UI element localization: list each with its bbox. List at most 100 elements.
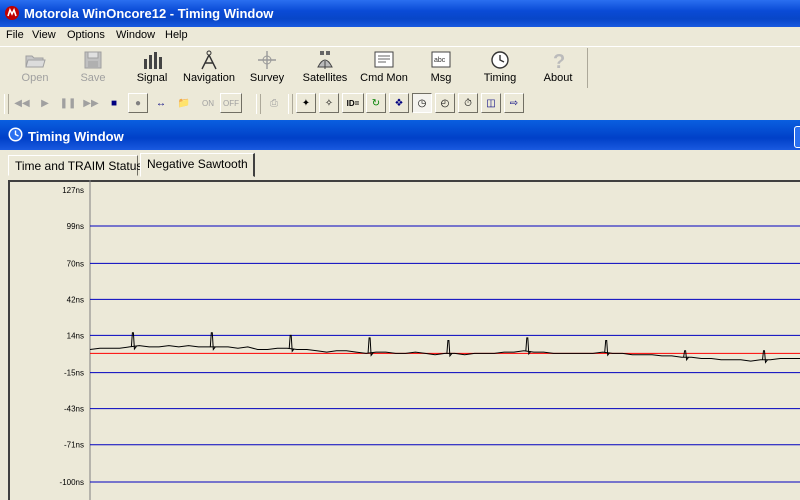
satellites-button[interactable]: Satellites	[302, 49, 348, 87]
msg-icon-text: abc	[434, 57, 446, 64]
y-tick-label: 70ns	[67, 259, 84, 268]
message-icon: abc	[431, 51, 451, 68]
export-icon: ⇨	[509, 97, 519, 109]
satellites-label: Satellites	[302, 72, 348, 84]
toolbar-grip-2[interactable]	[256, 94, 261, 114]
clock-h-icon: ◴	[440, 97, 450, 109]
record-button[interactable]: ●	[128, 93, 148, 113]
cmd-mon-label: Cmd Mon	[360, 72, 408, 84]
about-label: About	[543, 72, 573, 84]
menu-file[interactable]: File	[6, 29, 24, 41]
navigation-label: Navigation	[183, 72, 235, 84]
satellite-dish-icon	[317, 51, 333, 69]
svg-text:?: ?	[553, 51, 565, 71]
sawtooth-spike	[762, 350, 768, 364]
y-tick-label: 14ns	[67, 331, 84, 340]
play-icon: ▶	[41, 97, 49, 109]
tab-time-traim-status[interactable]: Time and TRAIM Status	[8, 155, 142, 176]
tool-e-button[interactable]: ◫	[481, 93, 501, 113]
refresh-button[interactable]: ↻	[366, 93, 386, 113]
main-toolbar: Open Save Signal Navigation Survey Satel…	[0, 46, 800, 90]
about-button[interactable]: ? About	[538, 49, 578, 87]
tool-a-button[interactable]: ✦	[296, 93, 316, 113]
satellite-tool-icon: ❖	[394, 97, 404, 109]
stopwatch-button[interactable]: ⏱	[458, 93, 478, 113]
save-disk-icon	[84, 51, 102, 69]
toolbar-grip-3[interactable]	[288, 94, 293, 114]
menu-window[interactable]: Window	[116, 29, 155, 41]
question-mark-icon: ?	[553, 51, 565, 71]
signal-bars-icon	[144, 52, 162, 69]
rewind-icon: ◀◀	[14, 97, 30, 109]
pause-button[interactable]: ❚❚	[58, 93, 78, 113]
menu-bar: File View Options Window Help	[0, 27, 800, 46]
open-label: Open	[21, 72, 49, 84]
fast-forward-icon: ▶▶	[83, 97, 99, 109]
secondary-toolbar: ◀◀ ▶ ❚❚ ▶▶ ■ ● ↔ 📁 ON OFF ⎙ ✦ ✧ ID= ↻ ❖ …	[0, 90, 800, 118]
signal-button[interactable]: Signal	[131, 49, 173, 87]
stop-button[interactable]: ■	[104, 93, 124, 113]
tool-f-button[interactable]: ⇨	[504, 93, 524, 113]
sawtooth-chart: 127ns 99ns 70ns 42ns 14ns -15ns -43ns -71ns -100…	[60, 180, 800, 500]
sawtooth-spike	[683, 350, 689, 362]
y-tick-label: -15ns	[64, 369, 84, 378]
menu-view[interactable]: View	[32, 29, 56, 41]
menu-options[interactable]: Options	[67, 29, 105, 41]
maximize-button[interactable]	[794, 126, 800, 148]
tab-label: Negative Sawtooth	[147, 157, 248, 171]
refresh-icon: ↻	[371, 97, 381, 109]
print-button[interactable]: ⎙	[264, 93, 284, 113]
cmd-mon-button[interactable]: Cmd Mon	[360, 49, 408, 87]
app-title: Motorola WinOncore12 - Timing Window	[24, 6, 274, 21]
msg-button[interactable]: abc Msg	[425, 49, 457, 87]
timing-button[interactable]: Timing	[480, 49, 520, 87]
wand-icon: ✦	[301, 97, 311, 109]
tool-b-button[interactable]: ✧	[319, 93, 339, 113]
off-button[interactable]: OFF	[220, 93, 242, 113]
child-title-bar[interactable]: Timing Window	[0, 120, 800, 150]
compass-divider-icon	[201, 50, 217, 70]
tab-negative-sawtooth[interactable]: Negative Sawtooth	[140, 153, 255, 177]
stopwatch-icon: ⏱	[464, 97, 472, 109]
play-button[interactable]: ▶	[35, 93, 55, 113]
app-title-bar[interactable]: Motorola WinOncore12 - Timing Window	[0, 0, 800, 27]
navigation-button[interactable]: Navigation	[182, 49, 236, 87]
off-label: OFF	[223, 98, 239, 108]
save-button[interactable]: Save	[72, 49, 114, 87]
rewind-button[interactable]: ◀◀	[12, 93, 32, 113]
fast-forward-button[interactable]: ▶▶	[81, 93, 101, 113]
tool-d-button[interactable]: ◴	[435, 93, 455, 113]
open-button[interactable]: Open	[14, 49, 56, 87]
printer-icon: ⎙	[270, 97, 278, 109]
timing-toggle-button[interactable]: ◷	[412, 93, 432, 113]
y-tick-label: -43ns	[64, 405, 84, 414]
survey-crosshair-icon	[258, 51, 276, 69]
open-log-button[interactable]: 📁	[174, 93, 194, 113]
loop-button[interactable]: ↔	[151, 93, 171, 113]
id-label: ID=	[346, 98, 360, 108]
on-button[interactable]: ON	[197, 93, 219, 113]
pause-icon: ❚❚	[59, 97, 77, 109]
toolbar-grip[interactable]	[4, 94, 9, 114]
survey-button[interactable]: Survey	[248, 49, 286, 87]
y-tick-label: 127ns	[62, 186, 84, 195]
y-tick-label: 99ns	[67, 222, 84, 231]
clock-icon	[491, 51, 509, 69]
survey-label: Survey	[249, 72, 285, 84]
id-button[interactable]: ID=	[342, 93, 364, 113]
timing-label: Timing	[483, 72, 517, 84]
open-folder-icon	[25, 55, 46, 68]
clocks-icon: ◷	[417, 97, 427, 109]
double-arrow-icon: ↔	[156, 97, 166, 109]
stop-icon: ■	[110, 97, 118, 109]
record-icon: ●	[134, 97, 142, 109]
menu-help[interactable]: Help	[165, 29, 188, 41]
wand-d-icon: ✧	[324, 97, 334, 109]
on-label: ON	[202, 98, 214, 108]
clock-icon	[8, 127, 23, 142]
toolbar-separator	[587, 48, 588, 88]
child-window-title: Timing Window	[28, 129, 124, 144]
tool-c-button[interactable]: ❖	[389, 93, 409, 113]
y-tick-label: -71ns	[64, 441, 84, 450]
command-monitor-icon	[374, 51, 394, 68]
